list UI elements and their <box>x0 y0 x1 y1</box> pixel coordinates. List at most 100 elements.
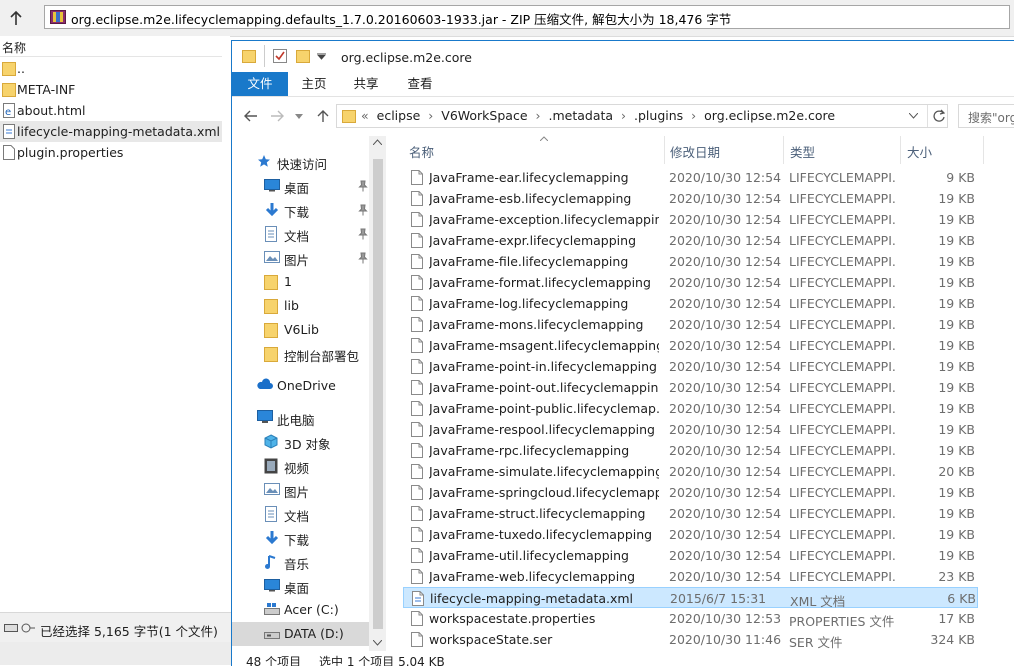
refresh-icon[interactable] <box>933 109 945 123</box>
nav-music[interactable]: 音乐 <box>232 550 369 574</box>
column-separator[interactable] <box>664 136 665 164</box>
file-row[interactable]: JavaFrame-util.lifecyclemapping 2020/10/3… <box>403 545 978 566</box>
file-size: 19 KB <box>938 401 975 416</box>
pin-icon[interactable] <box>358 228 368 240</box>
tab-home[interactable]: 主页 <box>288 72 340 96</box>
nav-drive-d[interactable]: DATA (D:) <box>232 622 369 646</box>
file-row[interactable]: workspacestate.properties 2020/10/30 12:5… <box>403 608 978 629</box>
file-row[interactable]: JavaFrame-file.lifecyclemapping 2020/10/3… <box>403 251 978 272</box>
file-row[interactable]: JavaFrame-respool.lifecyclemapping 2020/1… <box>403 419 978 440</box>
breadcrumb-overflow[interactable]: « <box>361 108 369 123</box>
nav-folder-console-package[interactable]: 控制台部署包 <box>232 342 369 366</box>
address-bar[interactable]: « eclipse › V6WorkSpace › .metadata › .p… <box>336 104 948 128</box>
nav-folder-1[interactable]: 1 <box>232 270 369 294</box>
breadcrumb-v6workspace[interactable]: V6WorkSpace <box>441 108 527 123</box>
pin-icon[interactable] <box>358 180 368 192</box>
nav-videos[interactable]: 视频 <box>232 454 369 478</box>
file-date: 2020/10/30 12:54 <box>669 254 781 269</box>
rar-column-header-name[interactable]: 名称 <box>0 36 222 57</box>
rar-item-about-html[interactable]: e about.html <box>0 100 222 121</box>
file-row[interactable]: JavaFrame-log.lifecyclemapping 2020/10/30… <box>403 293 978 314</box>
file-row[interactable]: JavaFrame-springcloud.lifecyclemapp 2020/… <box>403 482 978 503</box>
breadcrumb-separator[interactable]: › <box>536 108 541 123</box>
up-arrow-icon[interactable] <box>6 8 26 28</box>
nav-pictures[interactable]: 图片 <box>232 478 369 502</box>
column-separator[interactable] <box>783 136 784 164</box>
nav-documents-pinned[interactable]: 文档 <box>232 222 369 246</box>
nav-desktop-pinned[interactable]: 桌面 <box>232 174 369 198</box>
file-row[interactable]: JavaFrame-expr.lifecyclemapping 2020/10/3… <box>403 230 978 251</box>
file-row[interactable]: lifecycle-mapping-metadata.xml 2015/6/7 1… <box>403 587 978 609</box>
up-arrow-icon[interactable] <box>314 107 332 125</box>
breadcrumb-metadata[interactable]: .metadata <box>548 108 613 123</box>
column-separator[interactable] <box>900 136 901 164</box>
rar-item-meta-inf[interactable]: META-INF <box>0 79 222 100</box>
nav-label: 视频 <box>284 461 310 476</box>
file-row[interactable]: JavaFrame-point-public.lifecyclemap... 20… <box>403 398 978 419</box>
breadcrumb-eclipse[interactable]: eclipse <box>377 108 421 123</box>
nav-downloads[interactable]: 下载 <box>232 526 369 550</box>
new-folder-icon[interactable] <box>296 49 310 63</box>
breadcrumb-m2e-core[interactable]: org.eclipse.m2e.core <box>704 108 835 123</box>
back-arrow-icon[interactable] <box>242 107 260 125</box>
search-input[interactable]: 搜索"org <box>958 104 1014 128</box>
breadcrumb-plugins[interactable]: .plugins <box>634 108 683 123</box>
file-row[interactable]: JavaFrame-ear.lifecyclemapping 2020/10/30… <box>403 167 978 188</box>
properties-check-icon[interactable] <box>273 49 287 63</box>
nav-label: 1 <box>284 274 292 289</box>
file-type: LIFECYCLEMAPPI... <box>789 359 896 374</box>
nav-downloads-pinned[interactable]: 下载 <box>232 198 369 222</box>
nav-this-pc[interactable]: 此电脑 <box>232 406 369 430</box>
breadcrumb-separator[interactable]: › <box>691 108 696 123</box>
column-header-name[interactable]: 名称 <box>409 142 434 161</box>
nav-3d-objects[interactable]: 3D 对象 <box>232 430 369 454</box>
nav-documents[interactable]: 文档 <box>232 502 369 526</box>
history-dropdown-icon[interactable] <box>290 107 308 125</box>
breadcrumb-separator[interactable]: › <box>428 108 433 123</box>
tab-share[interactable]: 共享 <box>340 72 392 96</box>
scroll-down-icon[interactable] <box>373 640 382 646</box>
folder-icon <box>264 274 280 290</box>
nav-scrollbar-thumb[interactable] <box>373 159 383 629</box>
file-row[interactable]: JavaFrame-format.lifecyclemapping 2020/10… <box>403 272 978 293</box>
file-row[interactable]: JavaFrame-msagent.lifecyclemapping 2020/1… <box>403 335 978 356</box>
nav-quick-access[interactable]: 快速访问 <box>232 150 369 174</box>
address-dropdown-icon[interactable] <box>909 113 918 119</box>
nav-folder-lib[interactable]: lib <box>232 294 369 318</box>
column-header-type[interactable]: 类型 <box>790 142 815 161</box>
file-row[interactable]: JavaFrame-exception.lifecyclemapping 2020… <box>403 209 978 230</box>
column-header-size[interactable]: 大小 <box>907 142 932 161</box>
rar-item-lifecycle-xml[interactable]: lifecycle-mapping-metadata.xml <box>0 121 222 142</box>
forward-arrow-icon[interactable] <box>268 107 286 125</box>
nav-desktop[interactable]: 桌面 <box>232 574 369 598</box>
qat-dropdown-icon[interactable] <box>317 53 326 60</box>
nav-pictures-pinned[interactable]: 图片 <box>232 246 369 270</box>
pin-icon[interactable] <box>358 204 368 216</box>
scroll-up-icon[interactable] <box>373 139 382 145</box>
nav-drive-c[interactable]: Acer (C:) <box>232 598 369 622</box>
breadcrumb-separator[interactable]: › <box>621 108 626 123</box>
rar-item-plugin-properties[interactable]: plugin.properties <box>0 142 222 163</box>
nav-folder-v6lib[interactable]: V6Lib <box>232 318 369 342</box>
file-row[interactable]: JavaFrame-rpc.lifecyclemapping 2020/10/30… <box>403 440 978 461</box>
file-row[interactable]: JavaFrame-web.lifecyclemapping 2020/10/30… <box>403 566 978 587</box>
file-row[interactable]: JavaFrame-tuxedo.lifecyclemapping 2020/10… <box>403 524 978 545</box>
file-row[interactable]: JavaFrame-esb.lifecyclemapping 2020/10/30… <box>403 188 978 209</box>
rar-item-parent[interactable]: .. <box>0 58 222 79</box>
file-row[interactable]: JavaFrame-point-in.lifecyclemapping 2020/… <box>403 356 978 377</box>
file-type: LIFECYCLEMAPPI... <box>789 212 896 227</box>
file-row[interactable]: JavaFrame-mons.lifecyclemapping 2020/10/3… <box>403 314 978 335</box>
tab-view[interactable]: 查看 <box>394 72 446 96</box>
file-row[interactable]: workspaceState.ser 2020/10/30 11:46 SER 文件… <box>403 629 978 650</box>
rar-path-field[interactable]: org.eclipse.m2e.lifecyclemapping.default… <box>44 5 1010 29</box>
column-header-date[interactable]: 修改日期 <box>670 142 720 161</box>
rar-toolbar: org.eclipse.m2e.lifecyclemapping.default… <box>0 0 1014 37</box>
file-row[interactable]: JavaFrame-point-out.lifecyclemapping 2020… <box>403 377 978 398</box>
file-size: 20 KB <box>938 464 975 479</box>
file-row[interactable]: JavaFrame-simulate.lifecyclemapping 2020/… <box>403 461 978 482</box>
column-separator[interactable] <box>983 136 984 164</box>
pin-icon[interactable] <box>358 252 368 264</box>
nav-onedrive[interactable]: OneDrive <box>232 374 369 398</box>
file-row[interactable]: JavaFrame-struct.lifecyclemapping 2020/10… <box>403 503 978 524</box>
tab-file[interactable]: 文件 <box>232 72 288 96</box>
